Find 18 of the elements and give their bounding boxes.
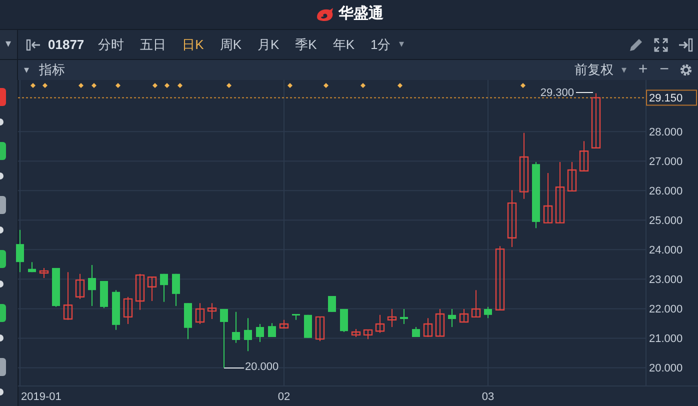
stock-code: 01877 [48, 36, 84, 54]
price-axis-label: 23.000 [649, 274, 683, 286]
ref-line-label: 29.150 [649, 92, 683, 105]
price-axis-label: 24.000 [649, 244, 683, 257]
price-axis-label: 26.000 [649, 186, 683, 198]
app-title: 华盛通 [338, 4, 384, 24]
high-price-label: 29.300 [540, 87, 574, 99]
price-axis-label: 20.000 [649, 362, 683, 375]
price-axis-label: 25.000 [649, 215, 683, 228]
price-axis-label: 27.000 [649, 156, 683, 168]
date-axis-label: 03 [482, 391, 494, 403]
price-axis-label: 28.000 [649, 126, 683, 139]
price-axis-label: 21.000 [649, 333, 683, 346]
low-price-label: 20.000 [245, 361, 279, 373]
date-axis-label: 02 [278, 391, 290, 403]
current-price-label: 29.150 [646, 90, 697, 106]
price-axis-label: 22.000 [649, 304, 683, 316]
date-axis-label: 2019-01 [21, 391, 62, 403]
